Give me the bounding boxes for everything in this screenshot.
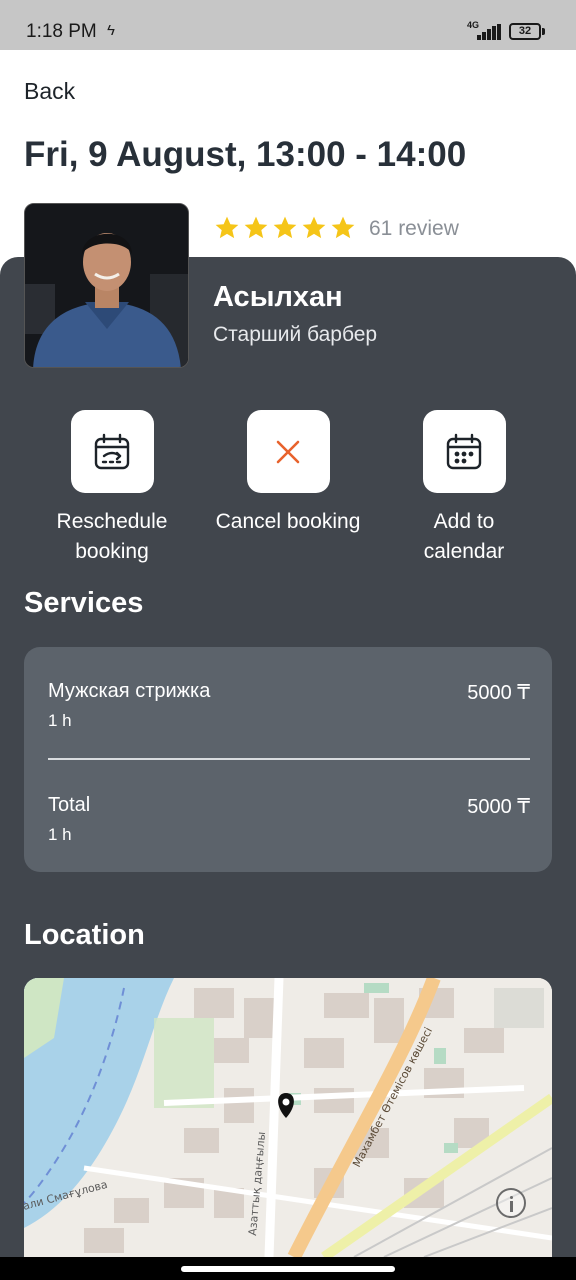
star-icon <box>215 216 239 239</box>
cancel-button-tile[interactable] <box>246 410 330 493</box>
rating-stars <box>214 215 356 241</box>
reschedule-label: Reschedule booking <box>56 510 168 563</box>
signal-icon <box>477 24 503 40</box>
close-icon <box>276 440 300 463</box>
reschedule-booking-button[interactable]: Reschedule booking <box>24 410 200 567</box>
service-name: Мужская стрижка <box>48 680 211 702</box>
total-price: 5000 ₸ <box>467 796 530 818</box>
status-time: 1:18 PM <box>26 21 97 42</box>
master-name: Асылхан <box>213 281 343 313</box>
status-bar: 1:18 PM ϟ 4G 32 <box>0 0 576 50</box>
master-avatar <box>24 203 189 368</box>
reschedule-button-tile[interactable] <box>70 410 154 493</box>
service-price: 5000 ₸ <box>467 682 530 704</box>
map-info-icon[interactable] <box>496 1188 526 1218</box>
star-icon <box>331 216 355 239</box>
location-map[interactable]: Махамбет Өтемісов көшесі Азаттық даңғылы… <box>24 978 552 1257</box>
total-duration: 1 h <box>48 825 72 844</box>
cancel-label: Cancel booking <box>215 510 361 533</box>
page-title: Fri, 9 August, 13:00 - 14:00 <box>24 135 467 174</box>
calendar-icon <box>446 433 482 469</box>
service-duration: 1 h <box>48 711 72 730</box>
total-row: Total 1 h 5000 ₸ <box>48 794 530 845</box>
star-icon <box>273 216 297 239</box>
calendar-label: Add to calendar <box>423 510 505 563</box>
battery-icon: 32 <box>509 23 541 40</box>
calendar-button-tile[interactable] <box>422 410 506 493</box>
add-to-calendar-button[interactable]: Add to calendar <box>376 410 552 567</box>
location-title: Location <box>24 919 145 951</box>
total-label: Total <box>48 794 91 816</box>
back-button[interactable]: Back <box>24 78 75 105</box>
review-count[interactable]: 61 review <box>369 217 459 241</box>
services-title: Services <box>24 587 144 619</box>
master-role: Старший барбер <box>213 323 378 346</box>
charging-icon: ϟ <box>107 22 115 39</box>
service-row: Мужская стрижка 1 h 5000 ₸ <box>48 680 530 731</box>
calendar-reschedule-icon <box>94 433 130 469</box>
star-icon <box>302 216 326 239</box>
home-indicator[interactable] <box>181 1266 395 1272</box>
star-icon <box>244 216 268 239</box>
battery-tip <box>542 28 545 35</box>
services-card: Мужская стрижка 1 h 5000 ₸ Total 1 h 500… <box>24 647 552 872</box>
cancel-booking-button[interactable]: Cancel booking <box>200 410 376 537</box>
services-divider <box>48 758 530 760</box>
